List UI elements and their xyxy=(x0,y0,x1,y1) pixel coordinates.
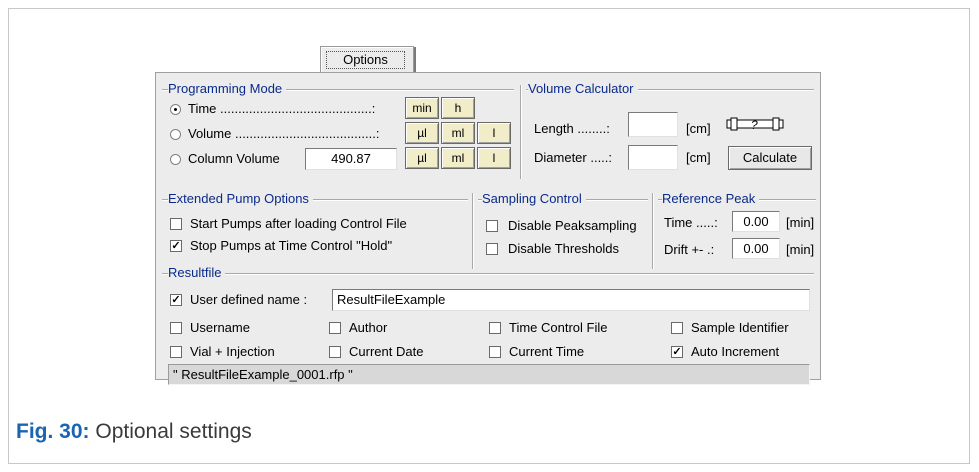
ref-drift-unit: [min] xyxy=(786,242,815,257)
volume-unit-l-button[interactable]: l xyxy=(477,122,511,144)
tab-options[interactable]: Options xyxy=(320,46,416,73)
ref-time-unit: [min] xyxy=(786,215,815,230)
time-label: Time ...................................… xyxy=(188,101,376,116)
time-unit-h-button[interactable]: h xyxy=(441,97,475,119)
sample-identifier-checkbox[interactable] xyxy=(671,322,683,334)
start-pumps-checkbox[interactable] xyxy=(170,218,182,230)
time-control-file-label: Time Control File xyxy=(509,320,608,335)
ref-time-field[interactable]: 0.00 xyxy=(732,211,780,232)
resultfile-groupline xyxy=(162,273,814,275)
author-label: Author xyxy=(349,320,388,335)
tab-options-label: Options xyxy=(326,51,405,69)
svg-text:?: ? xyxy=(751,118,758,132)
sampling-divider xyxy=(472,193,474,269)
sampling-control-title: Sampling Control xyxy=(482,191,586,206)
result-preview: " ResultFileExample_0001.rfp " xyxy=(168,364,810,385)
length-field[interactable] xyxy=(628,112,678,137)
volume-label: Volume .................................… xyxy=(188,126,380,141)
volume-unit-ml-button[interactable]: ml xyxy=(441,122,475,144)
diameter-unit: [cm] xyxy=(686,150,711,165)
current-date-checkbox[interactable] xyxy=(329,346,341,358)
tab-shadow xyxy=(414,47,416,73)
extended-pump-title: Extended Pump Options xyxy=(168,191,313,206)
diameter-field[interactable] xyxy=(628,145,678,170)
column-unit-ml-button[interactable]: ml xyxy=(441,147,475,169)
disable-peaksampling-label: Disable Peaksampling xyxy=(508,218,637,233)
volume-calculator-title: Volume Calculator xyxy=(528,81,638,96)
diameter-label: Diameter .....: xyxy=(534,150,613,165)
start-pumps-label: Start Pumps after loading Control File xyxy=(190,216,407,231)
volume-unit-ul-button[interactable]: µl xyxy=(405,122,439,144)
time-radio[interactable] xyxy=(170,104,181,115)
author-checkbox[interactable] xyxy=(329,322,341,334)
figure-number: Fig. 30: xyxy=(16,420,90,443)
column-unit-ul-button[interactable]: µl xyxy=(405,147,439,169)
ref-drift-label: Drift +- .: xyxy=(664,242,715,257)
figure-caption: Fig. 30: Optional settings xyxy=(16,420,252,444)
current-date-label: Current Date xyxy=(349,344,424,359)
volume-radio[interactable] xyxy=(170,129,181,140)
disable-peaksampling-checkbox[interactable] xyxy=(486,220,498,232)
result-name-field[interactable]: ResultFileExample xyxy=(332,289,810,311)
resultfile-title: Resultfile xyxy=(168,265,226,280)
ref-time-label: Time .....: xyxy=(664,215,718,230)
user-defined-name-label: User defined name : xyxy=(190,292,308,307)
auto-increment-checkbox[interactable]: ✓ xyxy=(671,346,683,358)
reference-peak-title: Reference Peak xyxy=(662,191,760,206)
stop-pumps-label: Stop Pumps at Time Control "Hold" xyxy=(190,238,393,253)
volume-calculator-divider xyxy=(520,85,522,179)
column-icon: ? xyxy=(726,117,784,132)
calculate-button[interactable]: Calculate xyxy=(728,146,812,170)
current-time-checkbox[interactable] xyxy=(489,346,501,358)
vial-injection-checkbox[interactable] xyxy=(170,346,182,358)
column-volume-label: Column Volume xyxy=(188,151,280,166)
auto-increment-label: Auto Increment xyxy=(691,344,780,359)
options-dialog: Programming Mode Time ..................… xyxy=(155,72,821,385)
sample-identifier-label: Sample Identifier xyxy=(691,320,789,335)
username-checkbox[interactable] xyxy=(170,322,182,334)
reference-divider xyxy=(652,193,654,269)
figure-caption-text: Optional settings xyxy=(95,420,252,443)
time-unit-min-button[interactable]: min xyxy=(405,97,439,119)
vial-injection-label: Vial + Injection xyxy=(190,344,275,359)
stop-pumps-checkbox[interactable]: ✓ xyxy=(170,240,182,252)
ref-drift-field[interactable]: 0.00 xyxy=(732,238,780,259)
column-volume-field[interactable]: 490.87 xyxy=(305,148,397,170)
user-defined-name-checkbox[interactable]: ✓ xyxy=(170,294,182,306)
disable-thresholds-label: Disable Thresholds xyxy=(508,241,620,256)
column-volume-radio[interactable] xyxy=(170,154,181,165)
programming-mode-title: Programming Mode xyxy=(168,81,287,96)
length-unit: [cm] xyxy=(686,121,711,136)
username-label: Username xyxy=(190,320,250,335)
disable-thresholds-checkbox[interactable] xyxy=(486,243,498,255)
current-time-label: Current Time xyxy=(509,344,585,359)
column-unit-l-button[interactable]: l xyxy=(477,147,511,169)
time-control-file-checkbox[interactable] xyxy=(489,322,501,334)
length-label: Length ........: xyxy=(534,121,610,136)
